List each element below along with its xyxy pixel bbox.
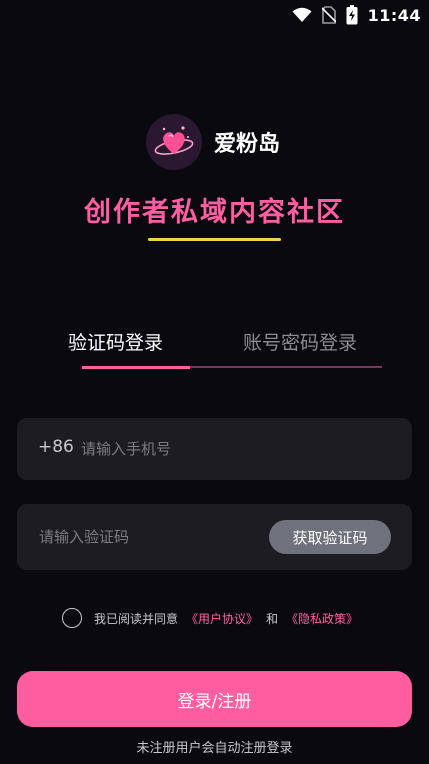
- get-code-button[interactable]: 获取验证码: [269, 520, 391, 554]
- slogan: 创作者私域内容社区: [84, 197, 345, 228]
- agreement-row: 我已阅读并同意 《用户协议》 和 《隐私政策》: [62, 608, 358, 628]
- agreement-prefix: 我已阅读并同意: [94, 611, 179, 626]
- app-name: 爱粉岛: [214, 132, 281, 157]
- status-time: 11:44: [367, 5, 421, 25]
- verification-code-input[interactable]: [39, 504, 269, 570]
- status-bar: 11:44: [0, 0, 429, 30]
- status-icons: 11:44: [292, 4, 421, 26]
- user-agreement-link[interactable]: 《用户协议》: [186, 610, 258, 627]
- agreement-checkbox[interactable]: [62, 608, 82, 628]
- tab-active-indicator: [82, 366, 190, 369]
- agreement-conjunction: 和: [266, 611, 279, 626]
- privacy-policy-link[interactable]: 《隐私政策》: [286, 610, 358, 627]
- heart-planet-icon: [154, 126, 194, 155]
- phone-input[interactable]: [81, 418, 391, 480]
- country-code[interactable]: +86: [38, 437, 74, 457]
- login-tabs: 验证码登录 账号密码登录: [0, 320, 429, 370]
- app-logo: [146, 114, 202, 170]
- no-sim-icon: [321, 6, 336, 24]
- slogan-underline: [148, 238, 281, 241]
- battery-charging-icon: [346, 5, 358, 25]
- wifi-icon: [292, 7, 312, 22]
- tab-password-login[interactable]: 账号密码登录: [243, 328, 357, 355]
- login-hint: 未注册用户会自动注册登录: [136, 741, 293, 756]
- tab-verification-code-login[interactable]: 验证码登录: [68, 328, 163, 355]
- verification-code-field: 获取验证码: [17, 504, 412, 570]
- brand-header: 爱粉岛: [146, 114, 280, 170]
- phone-field: +86: [17, 418, 412, 480]
- login-register-button[interactable]: 登录/注册: [17, 671, 412, 727]
